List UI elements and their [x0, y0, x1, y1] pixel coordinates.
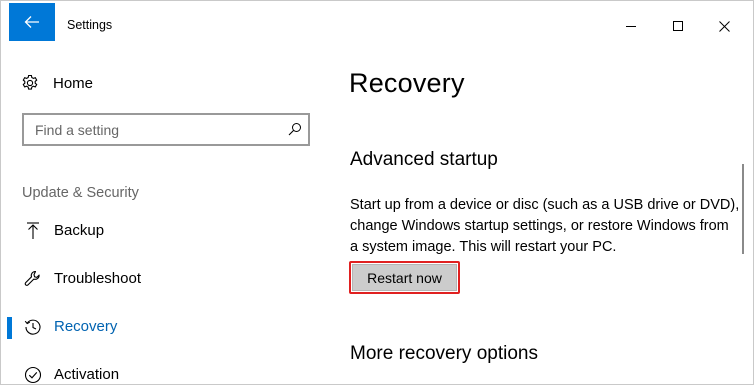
section-label: Update & Security [22, 185, 139, 201]
restart-now-button[interactable]: Restart now [352, 264, 457, 291]
history-icon [23, 317, 43, 337]
advanced-startup-heading: Advanced startup [350, 149, 498, 170]
back-button[interactable] [9, 3, 55, 41]
close-button[interactable] [701, 1, 747, 51]
active-indicator [7, 317, 12, 339]
sidebar-item-label: Activation [54, 366, 120, 383]
maximize-icon [672, 20, 683, 31]
close-icon [718, 20, 730, 32]
sidebar: Home Update & Security Backup [1, 51, 331, 384]
sidebar-item-home[interactable]: Home [21, 71, 93, 95]
highlight-box: Restart now [349, 261, 460, 294]
advanced-startup-description: Start up from a device or disc (such as … [350, 197, 740, 255]
title-bar: Settings [1, 1, 753, 51]
sidebar-item-troubleshoot[interactable]: Troubleshoot [1, 259, 331, 299]
sidebar-item-label: Home [53, 74, 94, 92]
check-circle-icon [23, 365, 43, 384]
upload-arrow-icon [23, 221, 43, 241]
scrollbar-thumb[interactable] [742, 164, 744, 254]
settings-window: Settings Home Find a setting Update & Se… [0, 0, 754, 385]
sidebar-item-label: Troubleshoot [54, 270, 141, 287]
search-icon[interactable] [288, 122, 302, 141]
sidebar-item-label: Recovery [54, 318, 118, 335]
sidebar-item-activation[interactable]: Activation [1, 355, 331, 384]
window-title: Settings [67, 18, 113, 32]
search-input[interactable] [24, 115, 278, 144]
back-arrow-icon [24, 16, 39, 28]
main-content: Recovery Advanced startup Start up from … [331, 51, 741, 384]
more-recovery-options-heading: More recovery options [350, 343, 538, 364]
minimize-icon [625, 25, 636, 27]
gear-icon [22, 74, 38, 90]
sidebar-item-backup[interactable]: Backup [1, 211, 331, 251]
minimize-button[interactable] [608, 1, 654, 51]
sidebar-item-recovery[interactable]: Recovery [1, 307, 331, 347]
search-box[interactable] [22, 113, 310, 146]
page-title: Recovery [349, 68, 465, 98]
wrench-icon [23, 269, 43, 289]
maximize-button[interactable] [655, 1, 701, 51]
sidebar-item-label: Backup [54, 222, 105, 239]
